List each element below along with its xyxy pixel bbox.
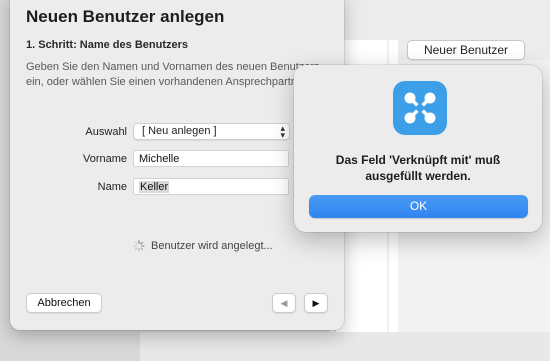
alert-message-line: ausgefüllt werden. [365,169,471,183]
progress-status: Benutzer wird angelegt... [133,240,273,252]
new-user-button[interactable]: Neuer Benutzer [407,40,525,60]
vorname-label: Vorname [82,153,127,165]
alert-message-line: Das Feld 'Verknüpft mit' muß [335,153,501,167]
app-icon [393,81,447,135]
spinner-icon [133,240,145,252]
select-chevron-icon: ▴ ▾ [280,123,285,140]
cancel-button[interactable]: Abbrechen [26,293,102,313]
progress-text: Benutzer wird angelegt... [151,240,273,252]
name-value: Keller [139,181,170,193]
back-button[interactable]: ◀ [272,293,296,313]
forward-button[interactable]: ▶ [304,293,328,313]
auswahl-value: [ Neu anlegen ] [142,125,217,137]
background-bottom-strip [140,332,550,361]
alert-message: Das Feld 'Verknüpft mit' muß ausgefüllt … [304,152,532,184]
ok-button[interactable]: OK [309,195,528,218]
step-title: 1. Schritt: Name des Benutzers [26,39,188,51]
auswahl-select[interactable]: [ Neu anlegen ] ▴ ▾ [133,123,290,140]
sheet-title: Neuen Benutzer anlegen [26,7,225,26]
name-field[interactable]: Keller [133,178,289,195]
vorname-field[interactable]: Michelle [133,150,289,167]
alert-dialog: Das Feld 'Verknüpft mit' muß ausgefüllt … [294,65,542,232]
name-label: Name [97,181,127,193]
auswahl-label: Auswahl [85,126,127,138]
vorname-value: Michelle [139,153,180,165]
